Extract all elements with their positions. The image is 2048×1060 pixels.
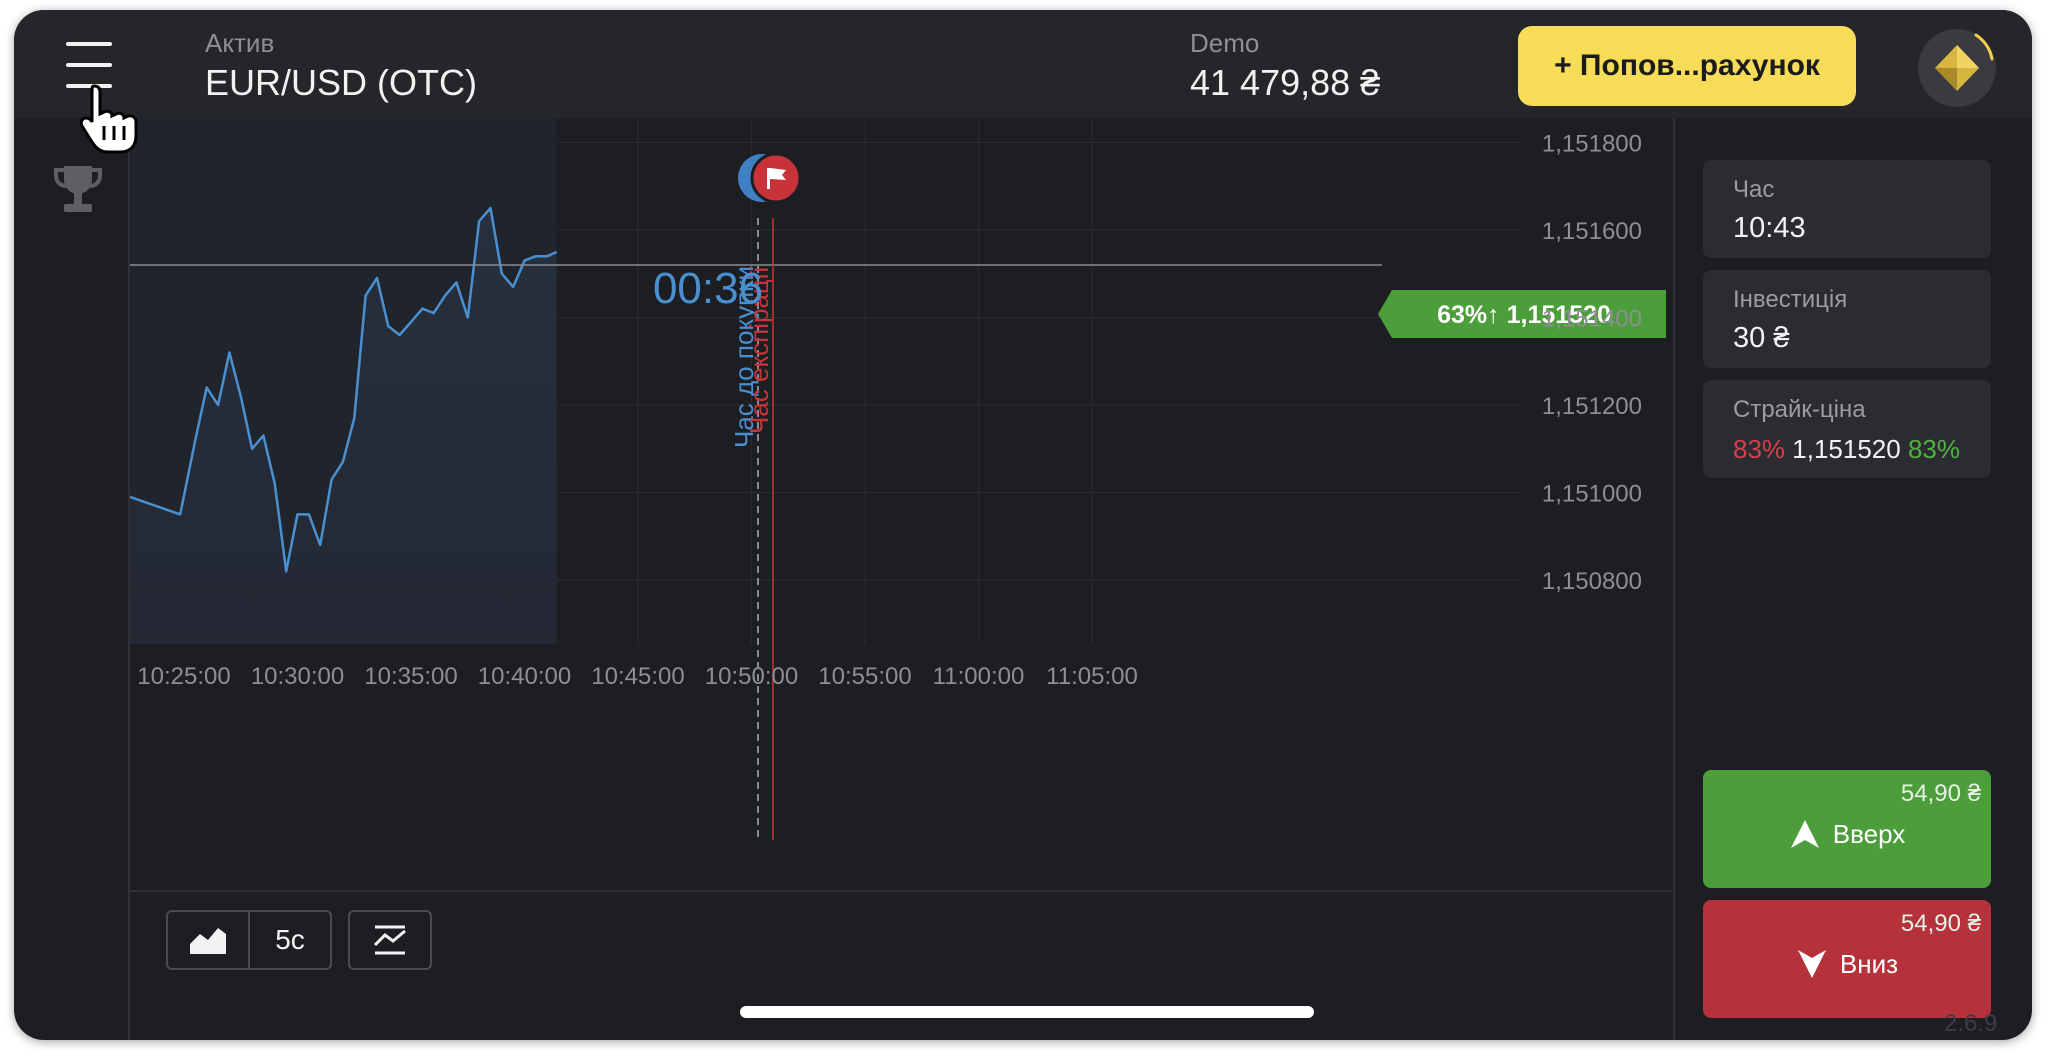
time-label: Час bbox=[1733, 176, 1775, 203]
y-tick-label: 1,151800 bbox=[1542, 131, 1642, 158]
indicators-icon[interactable] bbox=[348, 910, 432, 970]
up-label: Вверх bbox=[1832, 818, 1906, 849]
y-tick-label: 1,151600 bbox=[1542, 218, 1642, 245]
strike-values: 83% 1,151520 83% bbox=[1733, 434, 1960, 465]
x-tick-label: 11:05:00 bbox=[1046, 663, 1138, 690]
chart-canvas[interactable]: Час до покупки Час експірації 00:36 63%↑… bbox=[129, 118, 1672, 888]
strike-label: Страйк-ціна bbox=[1733, 396, 1866, 423]
account-balance[interactable]: 41 479,88 ₴ bbox=[1190, 62, 1380, 104]
asset-selector[interactable]: EUR/USD (OTC) bbox=[205, 62, 477, 104]
x-tick-label: 10:40:00 bbox=[478, 663, 571, 690]
y-tick-label: 1,150800 bbox=[1542, 568, 1642, 595]
x-tick-label: 10:25:00 bbox=[137, 663, 230, 690]
down-payout: 54,90 ₴ bbox=[1900, 910, 1981, 937]
price-chart[interactable]: Час до покупки Час експірації 00:36 63%↑… bbox=[129, 118, 1672, 888]
investment-value: 30 ₴ bbox=[1733, 322, 1790, 354]
up-payout: 54,90 ₴ bbox=[1900, 780, 1981, 807]
strike-price-card[interactable]: Страйк-ціна 83% 1,151520 83% bbox=[1703, 380, 1991, 478]
diamond-icon bbox=[1935, 33, 1994, 91]
strike-down-percent: 83% bbox=[1733, 434, 1786, 464]
x-tick-label: 10:50:00 bbox=[705, 663, 798, 690]
y-tick-label: 1,151200 bbox=[1542, 393, 1642, 420]
y-tick-label: 1,151400 bbox=[1542, 306, 1642, 333]
area-chart-icon[interactable] bbox=[168, 912, 250, 968]
time-card[interactable]: Час 10:43 bbox=[1703, 160, 1991, 258]
chart-type-group: 5с bbox=[166, 910, 332, 970]
strike-up-percent: 83% bbox=[1907, 434, 1961, 464]
arrow-up-icon bbox=[1790, 820, 1819, 848]
arrow-down-icon bbox=[1797, 950, 1826, 978]
down-label: Вниз bbox=[1839, 948, 1899, 979]
trade-panel: Час 10:43 Інвестиція 30 ₴ Страйк-ціна 83… bbox=[1673, 118, 2032, 1040]
x-tick-label: 10:55:00 bbox=[818, 663, 911, 690]
timeframe-button[interactable]: 5с bbox=[250, 912, 330, 968]
account-type-label[interactable]: Demo bbox=[1190, 28, 1259, 59]
time-value: 10:43 bbox=[1733, 212, 1806, 244]
strike-price: 1,151520 bbox=[1792, 434, 1901, 464]
y-tick-label: 1,151000 bbox=[1542, 481, 1642, 508]
x-tick-label: 11:00:00 bbox=[933, 663, 1025, 690]
hand-cursor-icon bbox=[80, 84, 138, 154]
deposit-button[interactable]: + Попов...рахунок bbox=[1518, 26, 1856, 106]
flag-icon bbox=[750, 152, 802, 204]
app-frame: Актив EUR/USD (OTC) Demo 41 479,88 ₴ + П… bbox=[14, 10, 2032, 1040]
investment-card[interactable]: Інвестиція 30 ₴ bbox=[1703, 270, 1991, 368]
left-sidebar bbox=[14, 118, 130, 1040]
down-button[interactable]: 54,90 ₴ Вниз bbox=[1703, 900, 1991, 1018]
menu-icon[interactable] bbox=[66, 40, 112, 90]
up-button[interactable]: 54,90 ₴ Вверх bbox=[1703, 770, 1991, 888]
profile-button[interactable] bbox=[1918, 29, 1996, 107]
investment-label: Інвестиція bbox=[1733, 286, 1848, 313]
asset-label: Актив bbox=[205, 28, 275, 58]
trophy-icon[interactable] bbox=[52, 162, 104, 218]
x-tick-label: 10:35:00 bbox=[364, 663, 457, 690]
x-tick-label: 10:45:00 bbox=[591, 663, 684, 690]
x-tick-label: 10:30:00 bbox=[251, 663, 344, 690]
countdown-timer: 00:36 bbox=[653, 264, 763, 313]
app-version: 2.6.9 bbox=[1944, 1010, 1998, 1037]
top-bar: Актив EUR/USD (OTC) Demo 41 479,88 ₴ + П… bbox=[14, 10, 2032, 118]
home-indicator[interactable] bbox=[740, 1006, 1314, 1018]
